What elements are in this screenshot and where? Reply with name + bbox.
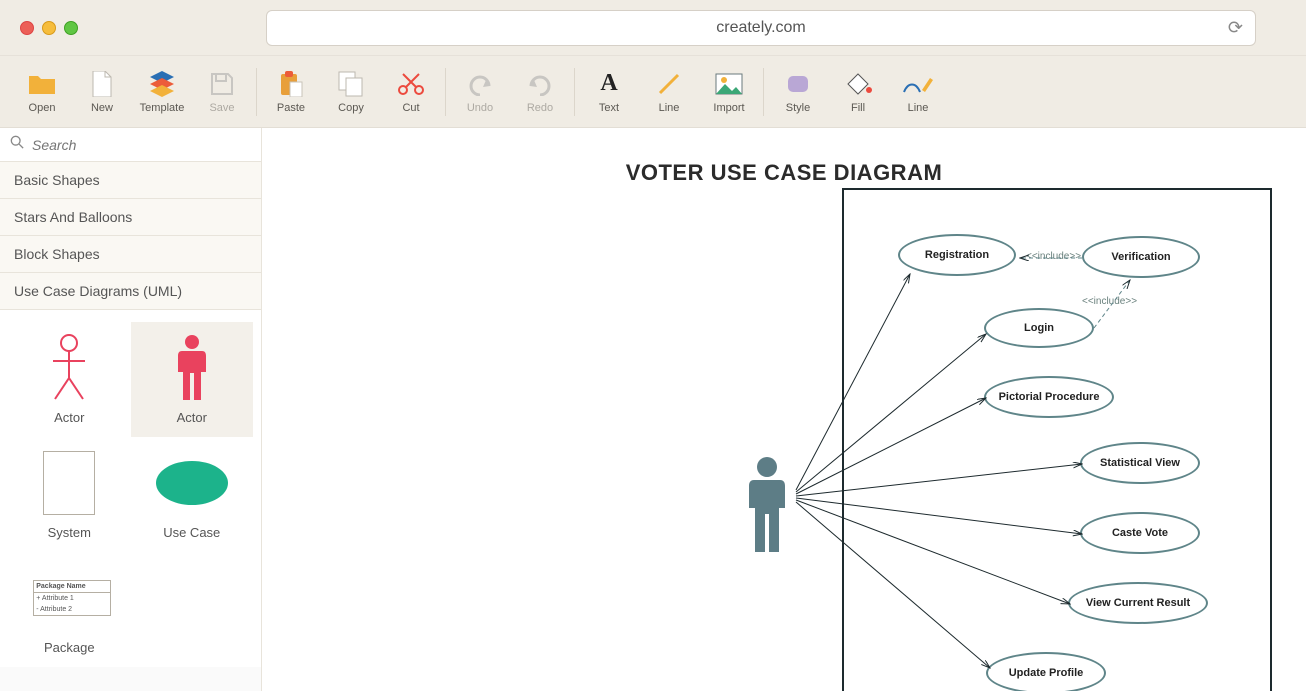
refresh-icon[interactable]: ⟳	[1228, 17, 1243, 38]
redo-icon	[527, 70, 553, 98]
paste-button[interactable]: Paste	[261, 70, 321, 114]
separator	[445, 68, 446, 116]
separator	[256, 68, 257, 116]
category-block-shapes[interactable]: Block Shapes	[0, 236, 261, 273]
uc-statistical[interactable]: Statistical View	[1080, 442, 1200, 484]
shape-system[interactable]: System	[8, 437, 131, 552]
window-minimize-icon[interactable]	[42, 21, 56, 35]
uc-pictorial[interactable]: Pictorial Procedure	[984, 376, 1114, 418]
open-button[interactable]: Open	[12, 70, 72, 114]
import-button[interactable]: Import	[699, 70, 759, 114]
search-icon	[10, 135, 24, 154]
redo-button[interactable]: Redo	[510, 70, 570, 114]
line-icon	[656, 70, 682, 98]
window-zoom-icon[interactable]	[64, 21, 78, 35]
undo-button[interactable]: Undo	[450, 70, 510, 114]
diagram-title[interactable]: VOTER USE CASE DIAGRAM	[262, 160, 1306, 186]
shape-palette: Actor Actor System Use Case Package Name	[0, 310, 261, 667]
workspace: Basic Shapes Stars And Balloons Block Sh…	[0, 128, 1306, 691]
search-row	[0, 128, 261, 162]
file-icon	[91, 70, 113, 98]
style-icon	[785, 70, 811, 98]
separator	[763, 68, 764, 116]
copy-button[interactable]: Copy	[321, 70, 381, 114]
category-stars-balloons[interactable]: Stars And Balloons	[0, 199, 261, 236]
search-input[interactable]	[32, 137, 251, 153]
save-button[interactable]: Save	[192, 70, 252, 114]
pencil-line-icon	[902, 70, 934, 98]
include-label-1: <<include>>	[1026, 251, 1081, 262]
style-button[interactable]: Style	[768, 70, 828, 114]
uc-view-result[interactable]: View Current Result	[1068, 582, 1208, 624]
address-url: creately.com	[716, 19, 806, 37]
fill-button[interactable]: Fill	[828, 70, 888, 114]
save-icon	[210, 70, 234, 98]
copy-icon	[338, 70, 364, 98]
category-use-case[interactable]: Use Case Diagrams (UML)	[0, 273, 261, 310]
shapes-sidebar: Basic Shapes Stars And Balloons Block Sh…	[0, 128, 262, 691]
paint-bucket-icon	[844, 70, 872, 98]
shape-package[interactable]: Package Name + Attribute 1 - Attribute 2…	[8, 552, 131, 667]
folder-icon	[28, 70, 56, 98]
uc-caste-vote[interactable]: Caste Vote	[1080, 512, 1200, 554]
text-icon: A	[600, 70, 617, 98]
browser-chrome: creately.com ⟳	[0, 0, 1306, 56]
uc-verification[interactable]: Verification	[1082, 236, 1200, 278]
toolbar: Open New Template Save Paste Copy C	[0, 56, 1306, 128]
category-basic-shapes[interactable]: Basic Shapes	[0, 162, 261, 199]
canvas[interactable]: VOTER USE CASE DIAGRAM Registration Veri…	[262, 128, 1306, 691]
clipboard-icon	[279, 70, 303, 98]
uc-update-profile[interactable]: Update Profile	[986, 652, 1106, 691]
layers-icon	[148, 70, 176, 98]
text-button[interactable]: A Text	[579, 70, 639, 114]
uc-login[interactable]: Login	[984, 308, 1094, 348]
uc-registration[interactable]: Registration	[898, 234, 1016, 276]
new-button[interactable]: New	[72, 70, 132, 114]
cut-button[interactable]: Cut	[381, 70, 441, 114]
window-close-icon[interactable]	[20, 21, 34, 35]
line-style-button[interactable]: Line	[888, 70, 948, 114]
shape-use-case[interactable]: Use Case	[131, 437, 254, 552]
shape-actor-person[interactable]: Actor	[131, 322, 254, 437]
actor-voter[interactable]	[740, 456, 794, 561]
scissors-icon	[397, 70, 425, 98]
include-label-2: <<include>>	[1082, 296, 1137, 307]
separator	[574, 68, 575, 116]
template-button[interactable]: Template	[132, 70, 192, 114]
line-button[interactable]: Line	[639, 70, 699, 114]
image-icon	[715, 70, 743, 98]
undo-icon	[467, 70, 493, 98]
shape-actor-stick[interactable]: Actor	[8, 322, 131, 437]
address-bar[interactable]: creately.com ⟳	[266, 10, 1256, 46]
